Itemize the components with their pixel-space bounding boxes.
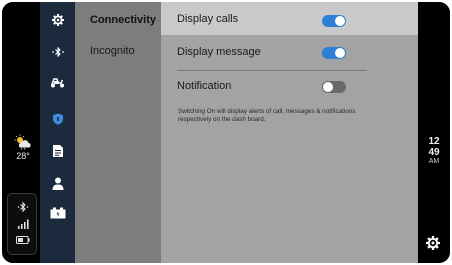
toggle-knob: [323, 82, 333, 92]
setting-row-notification[interactable]: Notification: [161, 76, 418, 98]
clock-hour: 12: [428, 136, 440, 147]
signal-bars-icon: [8, 219, 38, 229]
nav-item-bluetooth[interactable]: [40, 39, 75, 65]
nav-item-document[interactable]: [40, 138, 75, 164]
connectivity-settings-panel: Display calls Display message Notificati…: [161, 2, 418, 263]
toggle-knob: [335, 48, 345, 58]
person-icon: [52, 177, 63, 190]
dashboard-frame: 28° Connectivity Incognito Display calls…: [2, 2, 450, 263]
nav-item-battery[interactable]: [40, 200, 75, 226]
setting-row-display-message[interactable]: Display message: [161, 42, 418, 64]
gear-icon: [51, 14, 64, 26]
setting-label: Notification: [177, 80, 232, 92]
bluetooth-icon: [8, 201, 38, 213]
nav-item-settings[interactable]: [40, 7, 75, 33]
toggle-knob: [335, 16, 345, 26]
setting-label: Display calls: [177, 13, 239, 25]
bluetooth-icon: [51, 46, 64, 58]
right-status-strip: 12 49 AM: [418, 2, 450, 263]
left-status-strip: 28°: [2, 2, 40, 263]
settings-submenu: Connectivity Incognito: [75, 2, 161, 263]
gear-icon: [426, 236, 440, 250]
clock: 12 49 AM: [418, 136, 450, 166]
nav-item-privacy[interactable]: [40, 106, 75, 132]
divider: [177, 70, 367, 71]
connection-status-box: [7, 193, 37, 255]
weather-widget: 28°: [8, 134, 38, 161]
submenu-item-incognito[interactable]: Incognito: [90, 45, 135, 57]
setting-label: Display message: [177, 46, 261, 58]
notification-toggle[interactable]: [322, 81, 346, 93]
shield-icon: [52, 113, 63, 125]
scooter-icon: [51, 78, 64, 88]
nav-item-scooter[interactable]: [40, 69, 75, 95]
submenu-item-connectivity[interactable]: Connectivity: [90, 14, 156, 26]
clock-period: AM: [428, 158, 440, 165]
settings-button[interactable]: [426, 236, 442, 252]
settings-help-text: Switching On will display alerts of call…: [178, 108, 356, 123]
battery-icon: [8, 236, 38, 244]
sun-cloud-rain-icon: [14, 134, 31, 150]
document-icon: [52, 145, 63, 157]
setting-row-display-calls[interactable]: Display calls: [161, 9, 418, 31]
display-message-toggle[interactable]: [322, 47, 346, 59]
display-calls-toggle[interactable]: [322, 15, 346, 27]
nav-item-profile[interactable]: [40, 170, 75, 196]
icon-nav-bar: [40, 2, 75, 263]
battery-charge-icon: [50, 207, 65, 219]
clock-minute: 49: [428, 147, 440, 158]
temperature-text: 28°: [16, 151, 30, 161]
